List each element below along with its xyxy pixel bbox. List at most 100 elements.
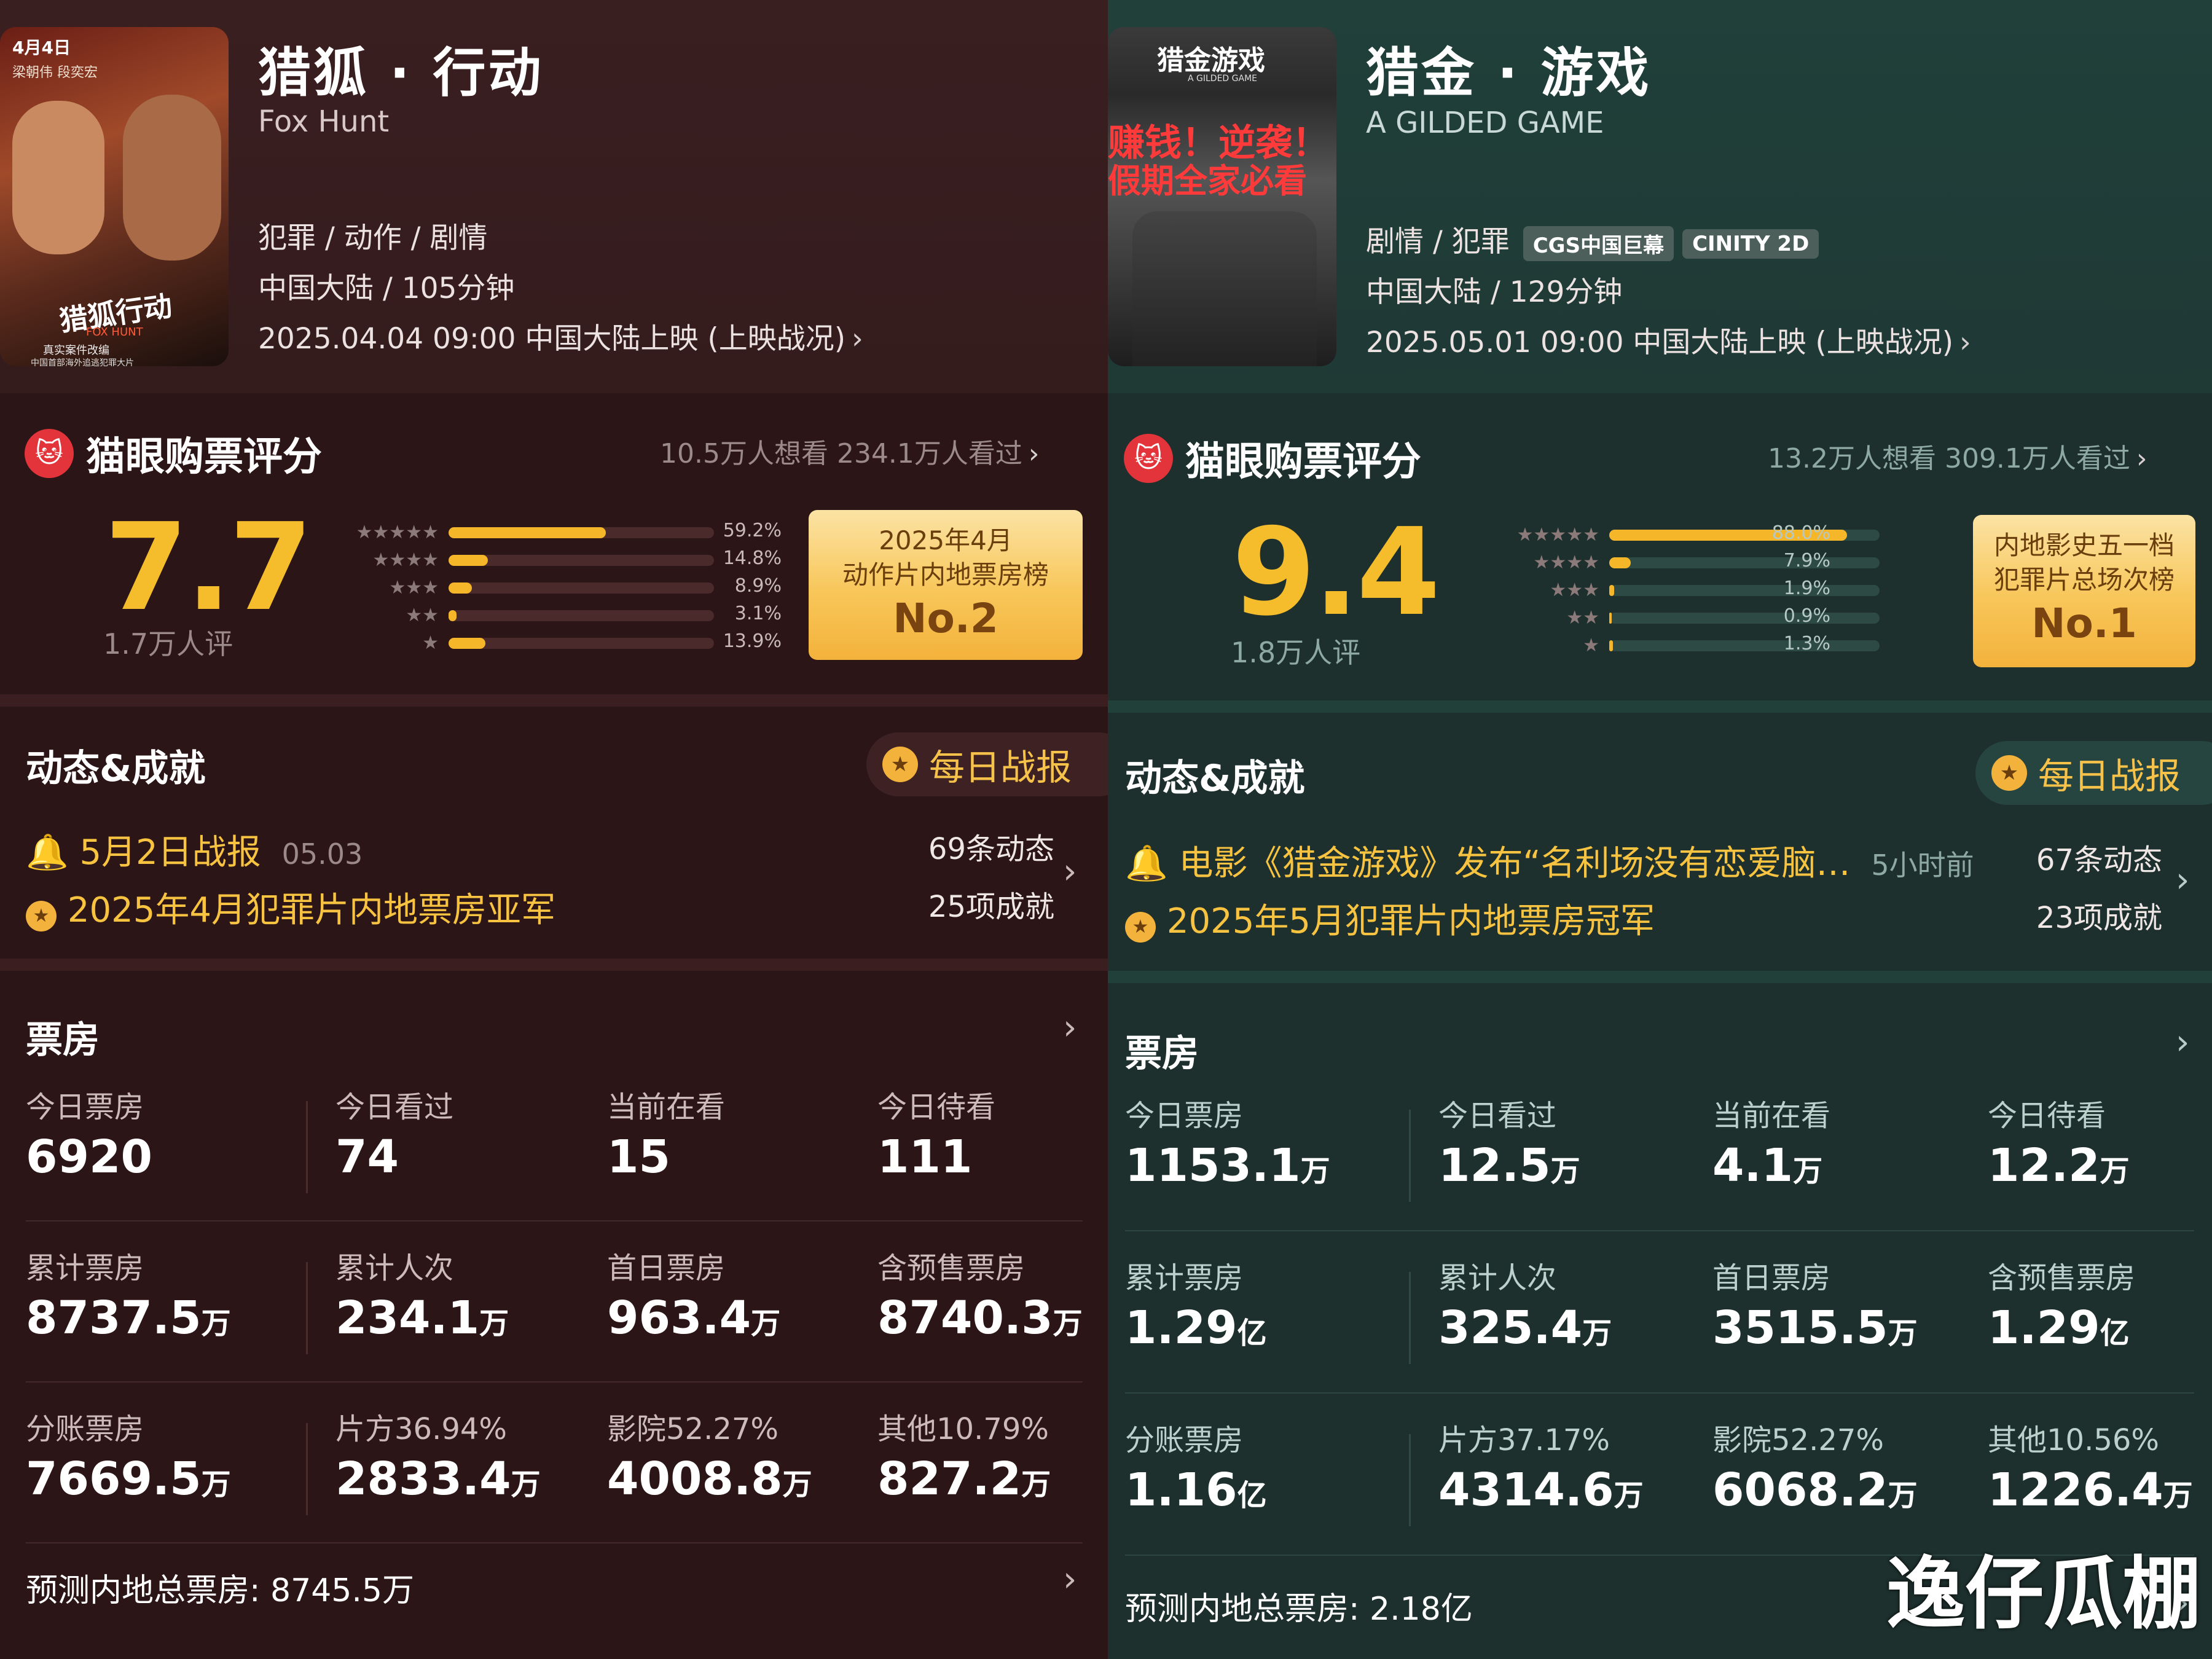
poster-title: 猎金游戏 xyxy=(1157,45,1265,76)
stat-unit: 万 xyxy=(782,1467,812,1502)
movie-panel-fox-hunt: 4月4日 梁朝伟 段奕宏 猎狐行动 FOX HUNT 真实案件改编 中国首部海外… xyxy=(0,0,1108,1659)
divider xyxy=(1108,700,2212,713)
stat-label: 当前在看 xyxy=(1712,1099,1831,1133)
rating-bar xyxy=(449,527,714,538)
daily-report-button[interactable]: ★ 每日战报 xyxy=(1975,741,2212,805)
forecast-total: 预测内地总票房: 2.18亿 xyxy=(1125,1591,1473,1628)
stat-unit: 万 xyxy=(1300,1154,1330,1188)
daily-report-button[interactable]: ★ 每日战报 xyxy=(866,732,1108,796)
rank-badge[interactable]: 内地影史五一档 犯罪片总场次榜 No.1 xyxy=(1973,515,2195,667)
rating-percent: 14.8% xyxy=(723,547,782,569)
achievement-title: 2025年5月犯罪片内地票房冠军 xyxy=(1166,901,1655,941)
rating-score: 7.7 xyxy=(104,498,313,638)
star-icon: ★★★★ xyxy=(372,549,439,571)
stat-unit: 万 xyxy=(511,1467,541,1502)
divider xyxy=(1108,971,2212,983)
stat-value: 3515.5万 xyxy=(1712,1301,1918,1354)
poster-caption: 真实案件改编 xyxy=(43,344,109,357)
rating-percent: 13.9% xyxy=(723,630,782,652)
stat-unit: 万 xyxy=(1021,1467,1051,1502)
rating-bar-fill xyxy=(449,555,488,566)
stat-number: 1.29 xyxy=(1125,1301,1237,1354)
news-item[interactable]: 🔔 电影《猎金游戏》发布“名利场没有恋爱脑… 5小时前 xyxy=(1125,836,1974,885)
chevron-right-icon[interactable]: › xyxy=(1063,1008,1077,1048)
movie-header: 猎金游戏 A GILDED GAME 赚钱！逆袭！ 假期全家必看 猎金 · 游戏… xyxy=(1108,0,2212,393)
rating-percent: 7.9% xyxy=(1783,550,1830,571)
divider xyxy=(0,959,1108,971)
chevron-right-icon[interactable]: › xyxy=(2176,1022,2189,1062)
medal-icon: ★ xyxy=(882,747,918,782)
stat-unit: 万 xyxy=(1582,1316,1612,1351)
star-icon: ★★★★★ xyxy=(1516,524,1599,546)
stat-label: 分账票房 xyxy=(26,1412,144,1446)
stat-label: 含预售票房 xyxy=(877,1251,1026,1285)
rating-bar-fill xyxy=(449,582,473,594)
movie-title: 猎金 · 游戏 xyxy=(1366,42,1652,104)
release-info-link[interactable]: 2025.04.04 09:00 中国大陆上映 (上映战况) › xyxy=(258,315,863,357)
want-watched-link[interactable]: 10.5万人想看 234.1万人看过 › xyxy=(660,431,1040,471)
movie-poster[interactable]: 4月4日 梁朝伟 段奕宏 猎狐行动 FOX HUNT 真实案件改编 中国首部海外… xyxy=(0,27,229,366)
stat-value: 74 xyxy=(335,1131,399,1183)
star-icon: ★★ xyxy=(1566,607,1599,629)
stat-unit: 亿 xyxy=(1237,1478,1267,1513)
stat-unit: 万 xyxy=(201,1306,231,1341)
stat-value: 2833.4万 xyxy=(335,1453,541,1505)
stat-number: 74 xyxy=(335,1131,399,1183)
stat-label: 今日待看 xyxy=(1988,1099,2106,1133)
stat-number: 1.16 xyxy=(1125,1464,1237,1516)
achievement-count[interactable]: 23项成就 xyxy=(2027,893,2162,936)
news-item[interactable]: 🔔 5月2日战报 05.03 xyxy=(26,825,363,874)
dynamics-title: 动态&成就 xyxy=(26,747,206,790)
rating-percent: 3.1% xyxy=(734,603,782,624)
stat-value: 111 xyxy=(877,1131,972,1183)
release-info-link[interactable]: 2025.05.01 09:00 中国大陆上映 (上映战况) › xyxy=(1366,318,1971,361)
stat-value: 4008.8万 xyxy=(607,1453,812,1505)
rank-badge[interactable]: 2025年4月 动作片内地票房榜 No.2 xyxy=(809,510,1083,660)
dynamics-count[interactable]: 69条动态 xyxy=(922,825,1054,868)
chevron-right-icon: › xyxy=(1959,326,1971,359)
rating-bar xyxy=(1609,640,1880,651)
stat-value: 12.2万 xyxy=(1988,1139,2130,1192)
badge-rank: No.1 xyxy=(2031,600,2137,647)
chevron-right-icon[interactable]: › xyxy=(1063,1559,1077,1599)
stat-label: 今日票房 xyxy=(1125,1099,1244,1133)
stat-unit: 万 xyxy=(2163,1478,2193,1513)
news-date: 5小时前 xyxy=(1871,849,1974,882)
row-divider xyxy=(26,1542,1083,1543)
movie-genre: 剧情 / 犯罪 xyxy=(1366,225,1510,259)
medal-icon: ★ xyxy=(26,901,57,931)
stat-label: 含预售票房 xyxy=(1988,1261,2136,1295)
stat-value: 234.1万 xyxy=(335,1292,509,1344)
want-watched-link[interactable]: 13.2万人想看 309.1万人看过 › xyxy=(1768,436,2147,476)
forecast-total: 预测内地总票房: 8745.5万 xyxy=(26,1572,414,1609)
stat-label: 当前在看 xyxy=(607,1090,726,1124)
stat-unit: 万 xyxy=(201,1467,231,1502)
poster-caption-2: 中国首部海外追逃犯罪大片 xyxy=(31,358,134,366)
stat-number: 1226.4 xyxy=(1988,1464,2163,1516)
movie-poster[interactable]: 猎金游戏 A GILDED GAME 赚钱！逆袭！ 假期全家必看 xyxy=(1108,27,1336,366)
poster-date: 4月4日 xyxy=(12,37,71,58)
row-divider xyxy=(1125,1230,2194,1231)
daily-report-label: 每日战报 xyxy=(2038,755,2181,797)
cat-logo-icon: 🐱 xyxy=(1124,434,1173,483)
stat-label: 分账票房 xyxy=(1125,1423,1244,1457)
stat-number: 963.4 xyxy=(607,1292,751,1344)
movie-header: 4月4日 梁朝伟 段奕宏 猎狐行动 FOX HUNT 真实案件改编 中国首部海外… xyxy=(0,0,1108,393)
badge-line-1: 内地影史五一档 xyxy=(1993,530,2175,560)
achievement-count[interactable]: 25项成就 xyxy=(922,882,1054,925)
chevron-right-icon[interactable]: › xyxy=(2176,860,2189,900)
stat-value: 325.4万 xyxy=(1438,1301,1612,1354)
stat-label: 其他10.56% xyxy=(1988,1423,2160,1457)
dynamics-section: 动态&成就 ★ 每日战报 🔔 电影《猎金游戏》发布“名利场没有恋爱脑… 5小时前 … xyxy=(1108,713,2212,971)
stat-number: 8737.5 xyxy=(26,1292,202,1344)
chevron-right-icon[interactable]: › xyxy=(1063,852,1077,892)
rating-bar xyxy=(449,555,714,566)
stat-number: 325.4 xyxy=(1438,1301,1583,1354)
achievement-item[interactable]: ★ 2025年5月犯罪片内地票房冠军 xyxy=(1125,893,1655,943)
news-title: 电影《猎金游戏》发布“名利场没有恋爱脑… xyxy=(1179,844,1851,884)
achievement-item[interactable]: ★ 2025年4月犯罪片内地票房亚军 xyxy=(26,882,555,932)
stat-value: 1.29亿 xyxy=(1125,1301,1267,1354)
dynamics-count[interactable]: 67条动态 xyxy=(2027,836,2162,879)
stat-number: 6920 xyxy=(26,1131,152,1183)
star-icon: ★★★ xyxy=(1550,579,1599,601)
